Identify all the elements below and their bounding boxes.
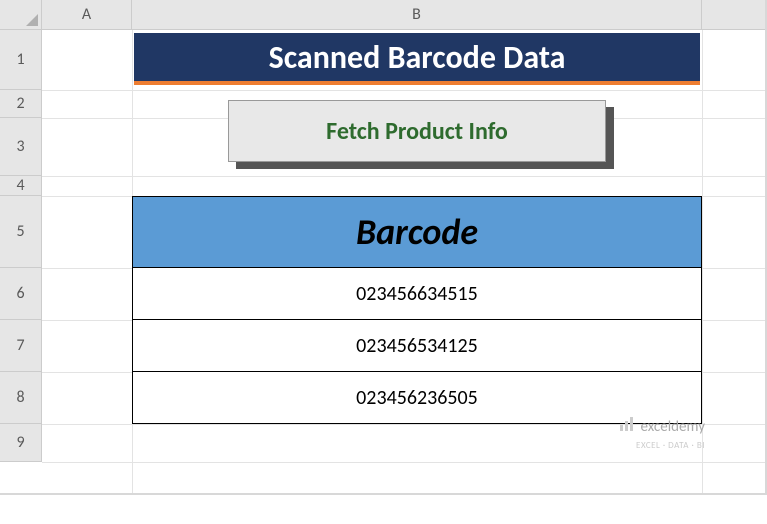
table-row[interactable]: 023456236505 xyxy=(132,372,702,424)
spreadsheet-grid[interactable]: Scanned Barcode Data Fetch Product Info … xyxy=(42,30,765,493)
row-headers: 1 2 3 4 5 6 7 8 9 xyxy=(0,30,42,462)
fetch-product-info-button[interactable]: Fetch Product Info xyxy=(228,100,606,162)
row-header-4[interactable]: 4 xyxy=(0,176,41,196)
grid-line xyxy=(42,90,765,91)
watermark-text: exceldemy xyxy=(641,418,705,436)
column-header-a[interactable]: A xyxy=(42,0,132,29)
chart-icon xyxy=(619,415,637,438)
row-header-1[interactable]: 1 xyxy=(0,30,41,90)
row-header-5[interactable]: 5 xyxy=(0,196,41,268)
watermark-brand: exceldemy xyxy=(619,415,705,438)
select-all-corner[interactable] xyxy=(0,0,42,30)
grid-line xyxy=(42,176,765,177)
row-header-3[interactable]: 3 xyxy=(0,118,41,176)
row-header-2[interactable]: 2 xyxy=(0,90,41,118)
row-header-6[interactable]: 6 xyxy=(0,268,41,320)
column-headers: A B xyxy=(42,0,765,30)
grid-line xyxy=(42,462,765,463)
corner-triangle-icon xyxy=(26,14,38,26)
table-row[interactable]: 023456634515 xyxy=(132,268,702,320)
row-header-9[interactable]: 9 xyxy=(0,424,41,462)
watermark-tagline: EXCEL · DATA · BI xyxy=(636,440,705,451)
page-title: Scanned Barcode Data xyxy=(134,33,700,85)
row-header-7[interactable]: 7 xyxy=(0,320,41,372)
column-header-b[interactable]: B xyxy=(132,0,702,29)
table-header-barcode: Barcode xyxy=(132,196,702,268)
table-row[interactable]: 023456534125 xyxy=(132,320,702,372)
row-header-8[interactable]: 8 xyxy=(0,372,41,424)
